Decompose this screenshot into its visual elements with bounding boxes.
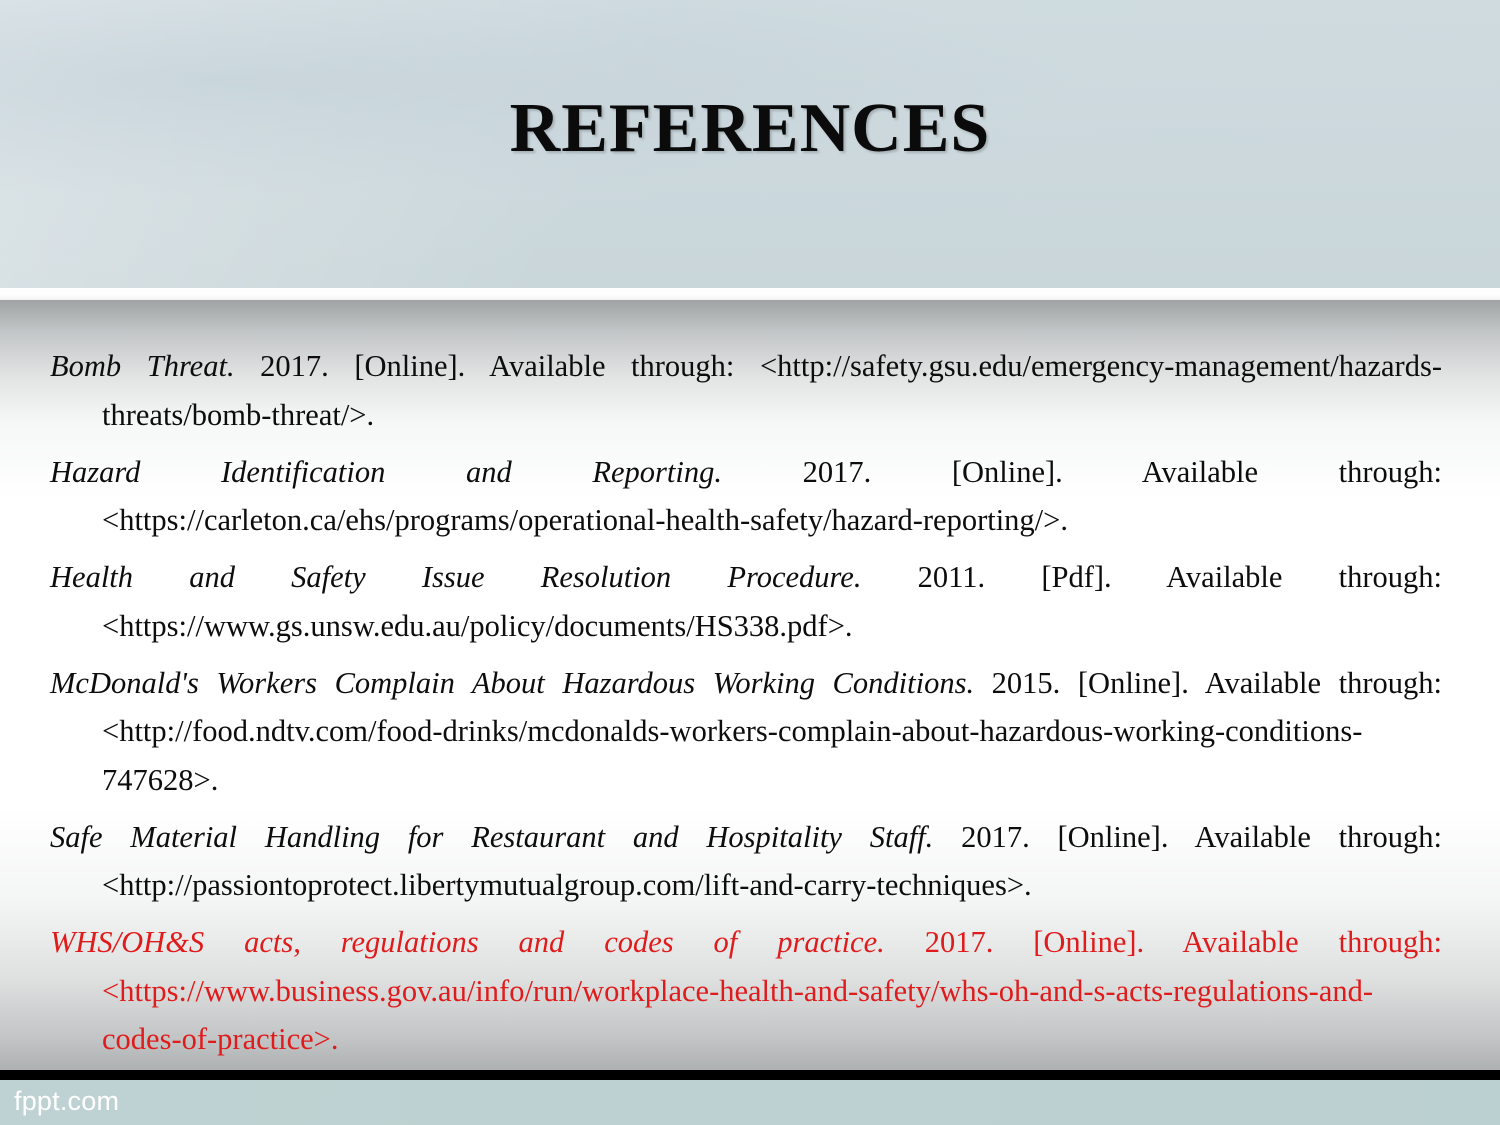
- presentation-slide: REFERENCES Bomb Threat. 2017. [Online]. …: [0, 0, 1500, 1125]
- bottom-accent-bar: [0, 1070, 1500, 1080]
- reference-entry: WHS/OH&S acts, regulations and codes of …: [50, 918, 1442, 1064]
- page-title: REFERENCES: [509, 90, 991, 167]
- reference-title: McDonald's Workers Complain About Hazard…: [50, 665, 975, 700]
- reference-list: Bomb Threat. 2017. [Online]. Available t…: [50, 342, 1442, 1064]
- reference-title: Bomb Threat.: [50, 349, 235, 383]
- reference-entry: McDonald's Workers Complain About Hazard…: [50, 659, 1442, 805]
- reference-entry: Safe Material Handling for Restaurant an…: [50, 813, 1442, 910]
- slide-footer-band: [0, 1080, 1500, 1125]
- reference-entry: Health and Safety Issue Resolution Proce…: [50, 553, 1442, 650]
- header-divider: [0, 288, 1500, 300]
- slide-body: Bomb Threat. 2017. [Online]. Available t…: [0, 300, 1500, 1070]
- reference-title: WHS/OH&S acts, regulations and codes of …: [50, 925, 885, 959]
- reference-title: Safe Material Handling for Restaurant an…: [50, 819, 934, 854]
- reference-entry: Bomb Threat. 2017. [Online]. Available t…: [50, 342, 1442, 439]
- reference-title: Health and Safety Issue Resolution Proce…: [50, 560, 862, 594]
- reference-details: 2017. [Online]. Available through: <http…: [102, 349, 1442, 432]
- reference-title: Hazard Identification and Reporting.: [50, 454, 722, 489]
- reference-entry: Hazard Identification and Reporting. 201…: [50, 448, 1442, 545]
- footer-watermark: fppt.com: [14, 1086, 120, 1116]
